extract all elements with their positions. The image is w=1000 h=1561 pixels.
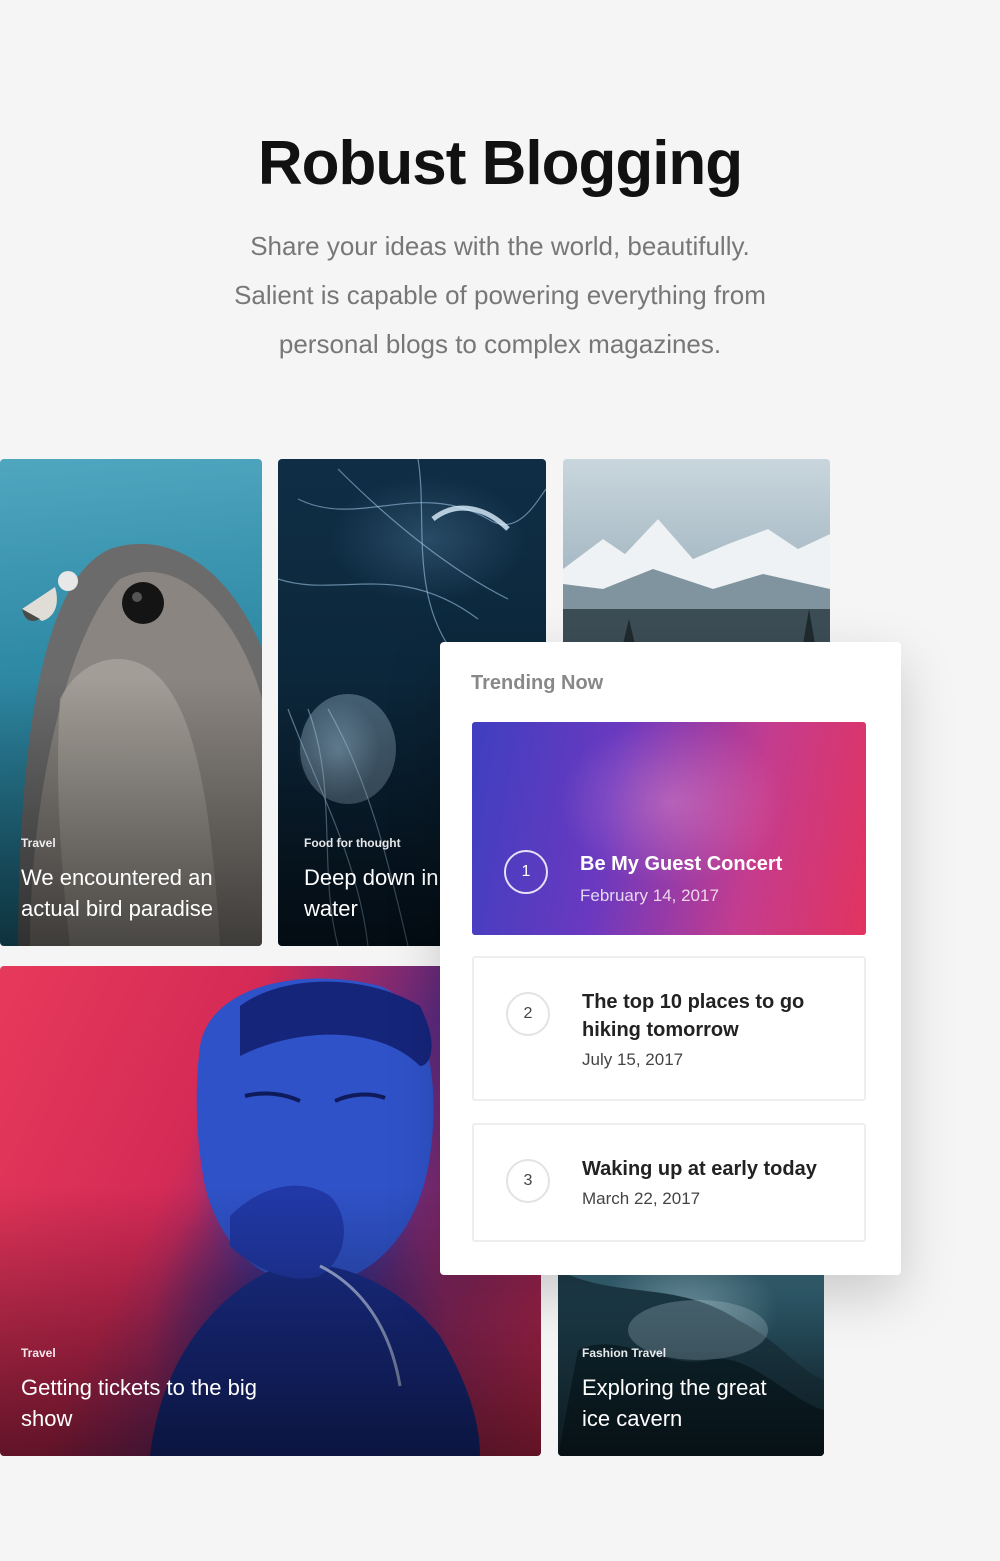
card-title-line: ice cavern: [582, 1406, 683, 1431]
trending-now-widget: Trending Now 1 Be My Guest Concert Febru…: [440, 642, 901, 1275]
trending-item-1[interactable]: 1 Be My Guest Concert February 14, 2017: [472, 722, 866, 935]
trending-heading: Trending Now: [471, 672, 604, 694]
card-title-line: Getting tickets to the big: [21, 1375, 258, 1400]
trending-rank-badge: 1: [504, 850, 548, 894]
trending-title-line: hiking tomorrow: [582, 1019, 739, 1041]
trending-item-date: March 22, 2017: [582, 1189, 701, 1208]
trending-item-body: Be My Guest Concert February 14, 2017: [580, 850, 846, 906]
trending-item-date: February 14, 2017: [580, 886, 719, 905]
trending-rank-badge: 3: [506, 1159, 550, 1203]
card-title[interactable]: Getting tickets to the big show: [21, 1372, 527, 1434]
trending-item-title[interactable]: Be My Guest Concert: [580, 850, 846, 878]
trending-rank-badge: 2: [506, 992, 550, 1036]
trending-title-line: The top 10 places to go: [582, 991, 805, 1013]
card-title[interactable]: Exploring the great ice cavern: [582, 1372, 810, 1434]
card-meta: Travel We encountered an actual bird par…: [21, 836, 248, 924]
card-meta: Travel Getting tickets to the big show: [21, 1346, 527, 1434]
card-title-line: Deep down in: [304, 865, 439, 890]
subtitle-line: Share your ideas with the world, beautif…: [250, 231, 750, 261]
page-title: Robust Blogging: [257, 129, 743, 198]
subtitle-line: Salient is capable of powering everythin…: [234, 280, 766, 310]
card-title-line: show: [21, 1406, 73, 1431]
card-category[interactable]: Travel: [21, 836, 248, 850]
trending-item-title[interactable]: The top 10 places to go hiking tomorrow: [582, 988, 844, 1044]
card-title-line: water: [304, 896, 358, 921]
post-card-bird[interactable]: Travel We encountered an actual bird par…: [0, 459, 262, 946]
card-title-line: actual bird paradise: [21, 896, 214, 921]
card-category[interactable]: Travel: [21, 1346, 527, 1360]
page-subtitle: Share your ideas with the world, beautif…: [150, 222, 850, 369]
subtitle-line: personal blogs to complex magazines.: [278, 329, 722, 359]
card-title[interactable]: We encountered an actual bird paradise: [21, 862, 248, 924]
trending-item-3[interactable]: 3 Waking up at early today March 22, 201…: [472, 1123, 866, 1242]
trending-item-date: July 15, 2017: [582, 1050, 684, 1069]
card-title-line: We encountered an: [21, 865, 213, 890]
card-title-line: Exploring the great: [582, 1375, 767, 1400]
card-category[interactable]: Fashion Travel: [582, 1346, 810, 1360]
trending-item-body: Waking up at early today March 22, 2017: [582, 1155, 844, 1209]
trending-item-body: The top 10 places to go hiking tomorrow …: [582, 988, 844, 1070]
trending-item-title[interactable]: Waking up at early today: [582, 1155, 844, 1183]
card-meta: Fashion Travel Exploring the great ice c…: [582, 1346, 810, 1434]
trending-item-2[interactable]: 2 The top 10 places to go hiking tomorro…: [472, 956, 866, 1101]
